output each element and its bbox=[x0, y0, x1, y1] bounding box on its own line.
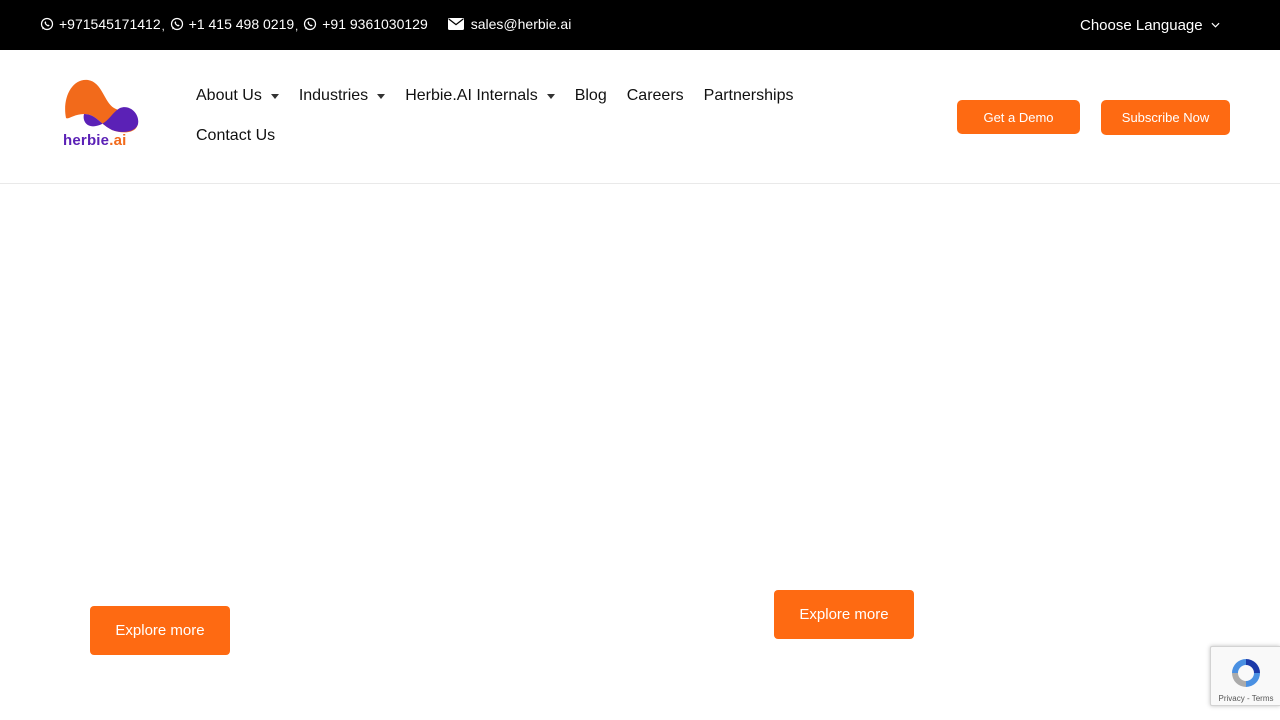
chevron-down-icon bbox=[1211, 22, 1220, 28]
nav-label: Careers bbox=[626, 87, 684, 104]
phone-number: +971545171412 bbox=[59, 16, 161, 32]
email-link[interactable]: sales@herbie.ai bbox=[447, 16, 572, 32]
separator: , bbox=[161, 21, 165, 33]
top-contact-bar: +971545171412 , +1 415 498 0219 , +91 93… bbox=[0, 0, 1280, 50]
nav-item-contact[interactable]: Contact Us bbox=[196, 127, 275, 145]
nav-label: Contact Us bbox=[196, 127, 276, 144]
nav-label: Partnerships bbox=[703, 87, 794, 104]
recaptcha-icon bbox=[1232, 659, 1260, 687]
recaptcha-terms[interactable]: Privacy - Terms bbox=[1211, 694, 1280, 703]
nav-row: Contact Us bbox=[196, 118, 856, 154]
phone-number: +91 9361030129 bbox=[322, 16, 428, 32]
phone-number: +1 415 498 0219 bbox=[188, 16, 295, 32]
get-demo-button[interactable]: Get a Demo bbox=[957, 100, 1080, 134]
logo-wordmark: herbie.ai bbox=[63, 132, 127, 149]
nav-item-partnerships[interactable]: Partnerships bbox=[704, 87, 794, 105]
envelope-icon bbox=[447, 18, 464, 30]
nav-item-internals[interactable]: Herbie.AI Internals bbox=[405, 87, 555, 105]
nav-item-careers[interactable]: Careers bbox=[627, 87, 684, 105]
nav-item-industries[interactable]: Industries bbox=[298, 87, 386, 105]
subscribe-button[interactable]: Subscribe Now bbox=[1101, 100, 1230, 135]
phone-link-uae[interactable]: +971545171412 bbox=[40, 16, 161, 32]
nav-label: About Us bbox=[196, 87, 262, 104]
explore-more-button[interactable]: Explore more bbox=[90, 606, 230, 655]
recaptcha-badge[interactable]: Privacy - Terms bbox=[1210, 646, 1280, 706]
nav-item-blog[interactable]: Blog bbox=[575, 87, 607, 105]
main-navigation: About Us Industries Herbie.AI Internals … bbox=[196, 78, 856, 158]
nav-label: Blog bbox=[574, 87, 607, 104]
whatsapp-icon bbox=[170, 17, 183, 31]
site-header: herbie.ai About Us Industries Herbie.AI … bbox=[0, 50, 1280, 184]
email-address: sales@herbie.ai bbox=[470, 16, 572, 32]
caret-down-icon bbox=[270, 93, 279, 99]
language-selector[interactable]: Choose Language bbox=[1080, 0, 1220, 50]
whatsapp-icon bbox=[40, 17, 54, 31]
nav-label: Industries bbox=[298, 87, 369, 104]
logo-text-main: herbie bbox=[63, 132, 110, 149]
nav-row: About Us Industries Herbie.AI Internals … bbox=[196, 78, 856, 114]
whatsapp-icon bbox=[304, 17, 317, 31]
nav-item-about[interactable]: About Us bbox=[196, 87, 279, 105]
logo-text-dot: .ai bbox=[109, 132, 127, 149]
language-label: Choose Language bbox=[1080, 16, 1203, 34]
caret-down-icon bbox=[377, 93, 386, 99]
caret-down-icon bbox=[546, 93, 555, 99]
separator: , bbox=[295, 21, 299, 33]
phone-link-india[interactable]: +91 9361030129 bbox=[303, 16, 428, 32]
contact-list: +971545171412 , +1 415 498 0219 , +91 93… bbox=[40, 0, 571, 48]
phone-link-us[interactable]: +1 415 498 0219 bbox=[170, 16, 295, 32]
nav-label: Herbie.AI Internals bbox=[405, 87, 538, 104]
explore-more-button[interactable]: Explore more bbox=[774, 590, 914, 639]
